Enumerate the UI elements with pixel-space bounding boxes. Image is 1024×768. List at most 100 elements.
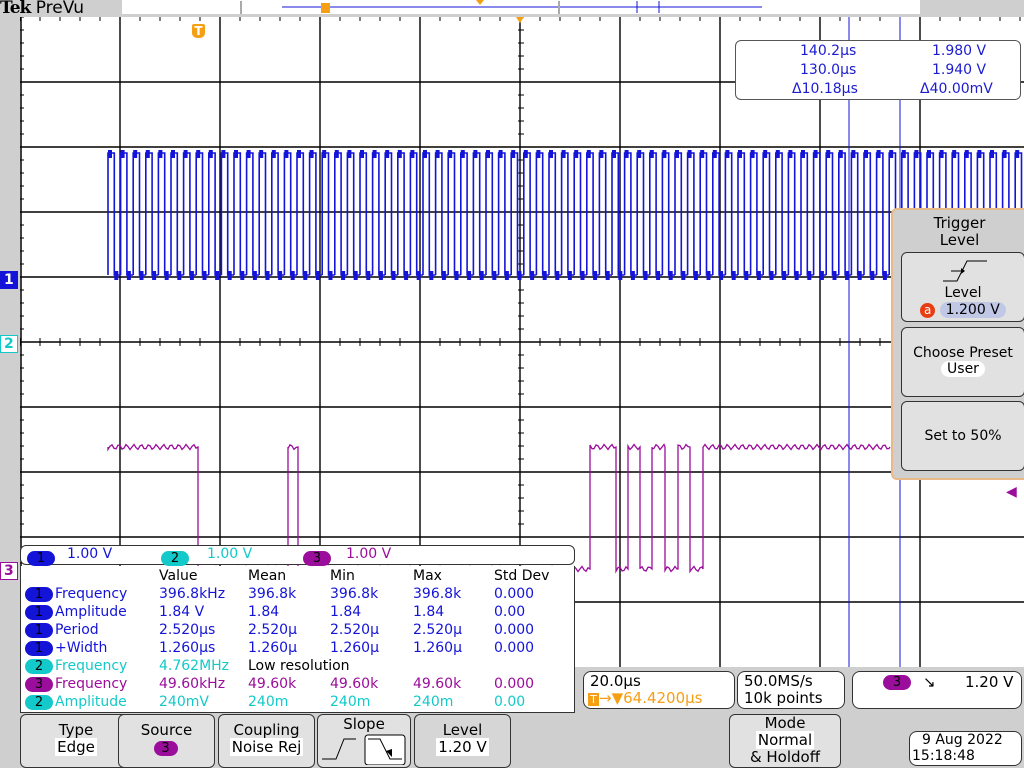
rising-slope-icon: [322, 738, 356, 760]
measurement-row[interactable]: 2 Frequency 4.762MHz Low resolution: [25, 657, 549, 675]
ch3-scale[interactable]: 1.00 V: [346, 546, 391, 562]
preset-value: User: [941, 361, 985, 377]
measurement-value: 4.762MHz: [159, 658, 230, 674]
trigger-level-value: 1.200 V: [939, 302, 1006, 318]
measurement-mean: 1.260µ: [248, 640, 297, 656]
measurement-row[interactable]: 1 Amplitude 1.84 V 1.84 1.84 1.84 0.00: [25, 603, 549, 621]
trigger-slope-button[interactable]: Slope: [317, 714, 411, 768]
ch1-noise: [586, 150, 591, 158]
measurement-max: 1.84: [413, 604, 445, 620]
set-to-50-button[interactable]: Set to 50%: [901, 401, 1024, 471]
ch1-noise: [120, 150, 125, 158]
trigger-position-marker[interactable]: T: [192, 24, 205, 38]
ch1-noise: [675, 150, 679, 158]
ch1-noise: [731, 271, 736, 280]
measurement-channel-badge: 3: [25, 677, 53, 692]
measurement-name: Amplitude: [55, 604, 127, 620]
ch1-noise: [221, 150, 226, 158]
measurement-channel-badge: 1: [25, 605, 53, 620]
measurement-row[interactable]: 2 Amplitude 240mV 240m 240m 240m 0.00: [25, 693, 549, 711]
measurement-std: 0.000: [494, 622, 535, 638]
ch1-noise: [725, 150, 730, 158]
measurement-channel-badge: 1: [25, 623, 53, 638]
ch3-ground-marker[interactable]: 3: [0, 562, 18, 580]
ch1-noise: [637, 150, 642, 158]
measurement-row[interactable]: 1 Period 2.520µs 2.520µ 2.520µ 2.520µ 0.000: [25, 621, 549, 639]
ch1-noise: [334, 150, 339, 158]
ch1-noise: [297, 150, 301, 158]
ch1-noise: [864, 150, 868, 158]
ch1-noise: [549, 150, 553, 158]
trigger-mode-button[interactable]: Mode Normal & Holdoff: [729, 714, 841, 768]
horizontal-scale-readout[interactable]: 20.0µs T →▼64.4200µs: [583, 671, 735, 709]
trigger-level-arrow-icon[interactable]: ◀: [1006, 484, 1017, 500]
measurement-value: 49.60kHz: [159, 676, 226, 692]
ch1-noise: [536, 150, 541, 158]
ch1-noise: [567, 271, 572, 280]
ch1-noise: [498, 150, 503, 158]
ch1-noise: [227, 271, 232, 280]
ch1-noise: [523, 150, 528, 158]
ch1-noise: [278, 271, 283, 280]
ch1-ground-marker[interactable]: 1: [0, 271, 18, 289]
measurement-min: 49.60k: [330, 676, 379, 692]
measurement-max: 396.8k: [413, 586, 462, 602]
ch1-noise: [240, 271, 245, 280]
ch1-noise: [410, 150, 415, 158]
measurement-mean: 396.8k: [248, 586, 297, 602]
measurement-row[interactable]: 3 Frequency 49.60kHz 49.60k 49.60k 49.60k 0.00…: [25, 675, 549, 693]
falling-slope-icon: ↘: [923, 673, 936, 691]
cursor1-time: 140.2µs: [800, 43, 857, 59]
ch1-noise: [775, 150, 780, 158]
ch1-noise: [145, 150, 150, 158]
measurement-min: 1.260µ: [330, 640, 379, 656]
ch1-badge[interactable]: 1: [27, 551, 55, 566]
measurement-min: 396.8k: [330, 586, 379, 602]
ch1-noise: [990, 150, 994, 158]
ch1-noise: [177, 271, 182, 280]
measurement-std: 0.00: [494, 604, 526, 620]
measurement-row[interactable]: 1 +Width 1.260µs 1.260µ 1.260µ 1.260µ 0.000: [25, 639, 549, 657]
trigger-source-button[interactable]: Source 3: [118, 714, 215, 768]
ch2-scale[interactable]: 1.00 V: [207, 546, 252, 562]
ch1-scale[interactable]: 1.00 V: [67, 546, 112, 562]
trigger-type-button[interactable]: Type Edge: [20, 714, 132, 768]
trigger-level-bottom-button[interactable]: Level 1.20 V: [414, 714, 511, 768]
ch1-noise: [492, 271, 497, 280]
ch1-noise: [927, 150, 931, 158]
ch1-noise: [467, 271, 472, 280]
ch3-badge[interactable]: 3: [303, 551, 331, 566]
ch1-noise: [183, 150, 188, 158]
measurement-mean: 240m: [248, 694, 289, 710]
ch1-noise: [328, 271, 333, 280]
acquisition-readout[interactable]: 50.0MS/s 10k points: [737, 671, 845, 709]
record-view-bar[interactable]: [122, 0, 920, 14]
ch1-noise: [271, 150, 276, 158]
ch1-noise: [882, 271, 887, 280]
trigger-coupling-button[interactable]: Coupling Noise Rej: [218, 714, 315, 768]
ch1-noise: [158, 150, 163, 158]
measurement-name: +Width: [55, 640, 108, 656]
ch1-noise: [681, 271, 686, 280]
measurement-std: 0.00: [494, 694, 526, 710]
choose-preset-button[interactable]: Choose Preset User: [901, 327, 1024, 397]
ch1-noise: [889, 150, 894, 158]
measurement-value: 2.520µs: [159, 622, 216, 638]
ch2-ground-marker[interactable]: 2: [0, 335, 18, 353]
ch1-noise: [215, 271, 220, 280]
trigger-status-readout[interactable]: 3 ↘ 1.20 V: [852, 671, 1022, 709]
measurement-max: 49.60k: [413, 676, 462, 692]
ch1-noise: [126, 271, 131, 280]
ch1-noise: [504, 271, 509, 280]
trigger-level-button[interactable]: Level a 1.200 V: [901, 252, 1024, 322]
ch1-noise: [416, 271, 421, 280]
measurement-min: 1.84: [330, 604, 362, 620]
ch1-noise: [763, 150, 768, 158]
ch1-noise: [593, 271, 598, 280]
ch1-noise: [391, 271, 396, 280]
ch1-noise: [876, 150, 881, 158]
ch1-noise: [901, 150, 906, 158]
measurement-row[interactable]: 1 Frequency 396.8kHz 396.8k 396.8k 396.8k 0.00…: [25, 585, 549, 603]
ch2-badge[interactable]: 2: [161, 551, 189, 566]
cursor-delta-time: Δ10.18µs: [792, 81, 858, 97]
